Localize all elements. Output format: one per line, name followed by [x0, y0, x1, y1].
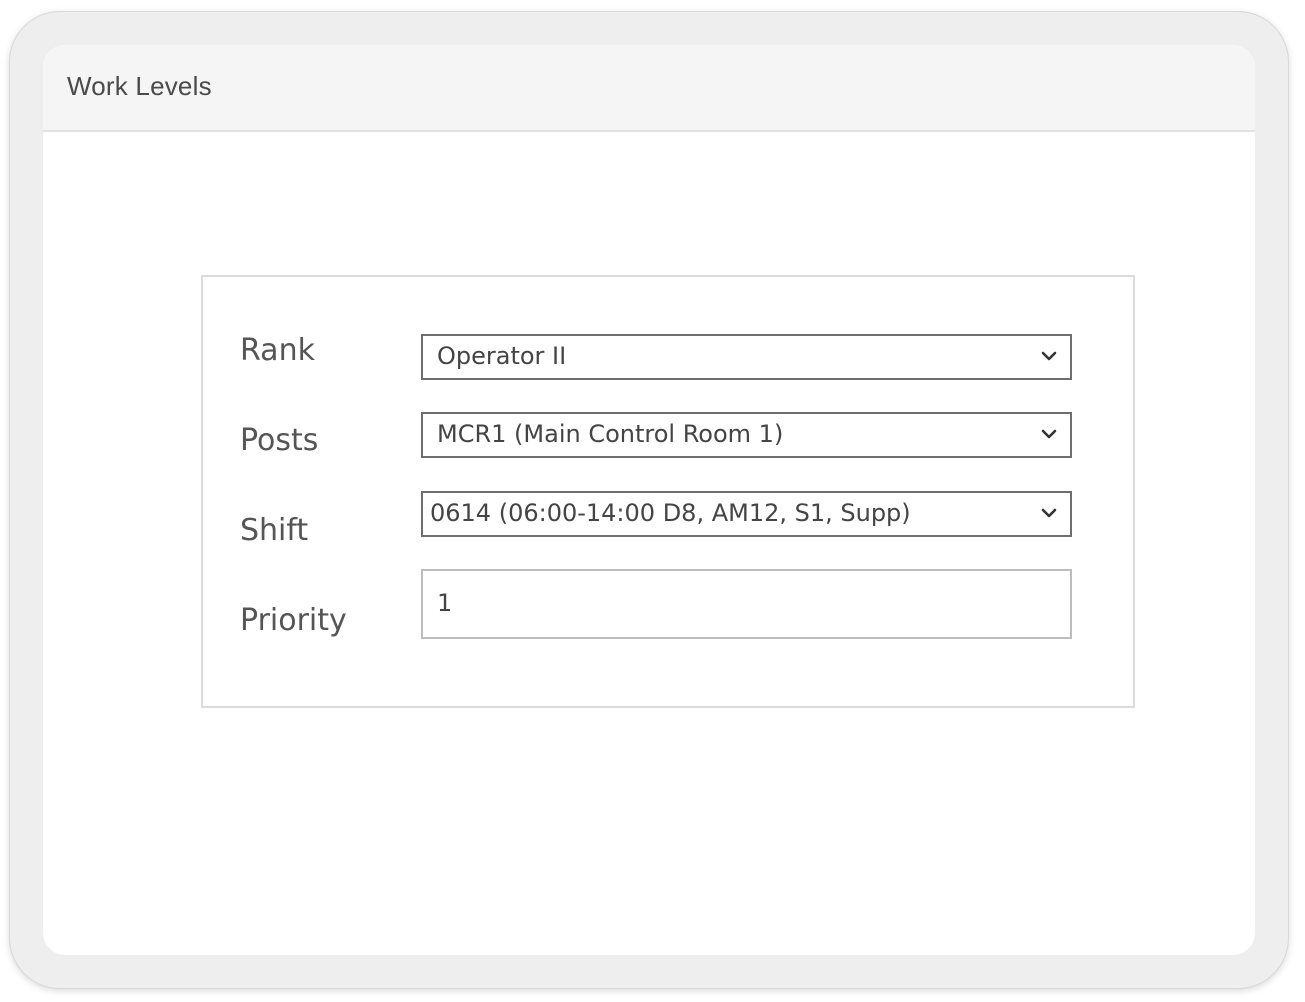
rank-select-value: Operator II	[437, 342, 567, 370]
shift-select[interactable]: 0614 (06:00-14:00 D8, AM12, S1, Supp)	[421, 491, 1072, 537]
posts-select-value: MCR1 (Main Control Room 1)	[437, 420, 784, 448]
rank-label: Rank	[240, 333, 315, 368]
shift-label: Shift	[240, 513, 309, 548]
app-screen: Work Levels Rank Operator II Posts MCR1 …	[43, 45, 1255, 955]
chevron-down-icon	[1041, 429, 1057, 439]
device-frame: Work Levels Rank Operator II Posts MCR1 …	[10, 12, 1288, 988]
chevron-down-icon	[1041, 508, 1057, 518]
shift-select-value: 0614 (06:00-14:00 D8, AM12, S1, Supp)	[430, 499, 911, 527]
priority-input-value: 1	[437, 589, 453, 617]
priority-input[interactable]: 1	[421, 569, 1072, 639]
chevron-down-icon	[1041, 351, 1057, 361]
work-level-form: Rank Operator II Posts MCR1 (Main Contro…	[201, 275, 1135, 708]
posts-label: Posts	[240, 423, 319, 458]
priority-label: Priority	[240, 603, 347, 638]
page-header: Work Levels	[43, 45, 1255, 132]
page-title: Work Levels	[67, 71, 212, 101]
rank-select[interactable]: Operator II	[421, 334, 1072, 380]
posts-select[interactable]: MCR1 (Main Control Room 1)	[421, 412, 1072, 458]
